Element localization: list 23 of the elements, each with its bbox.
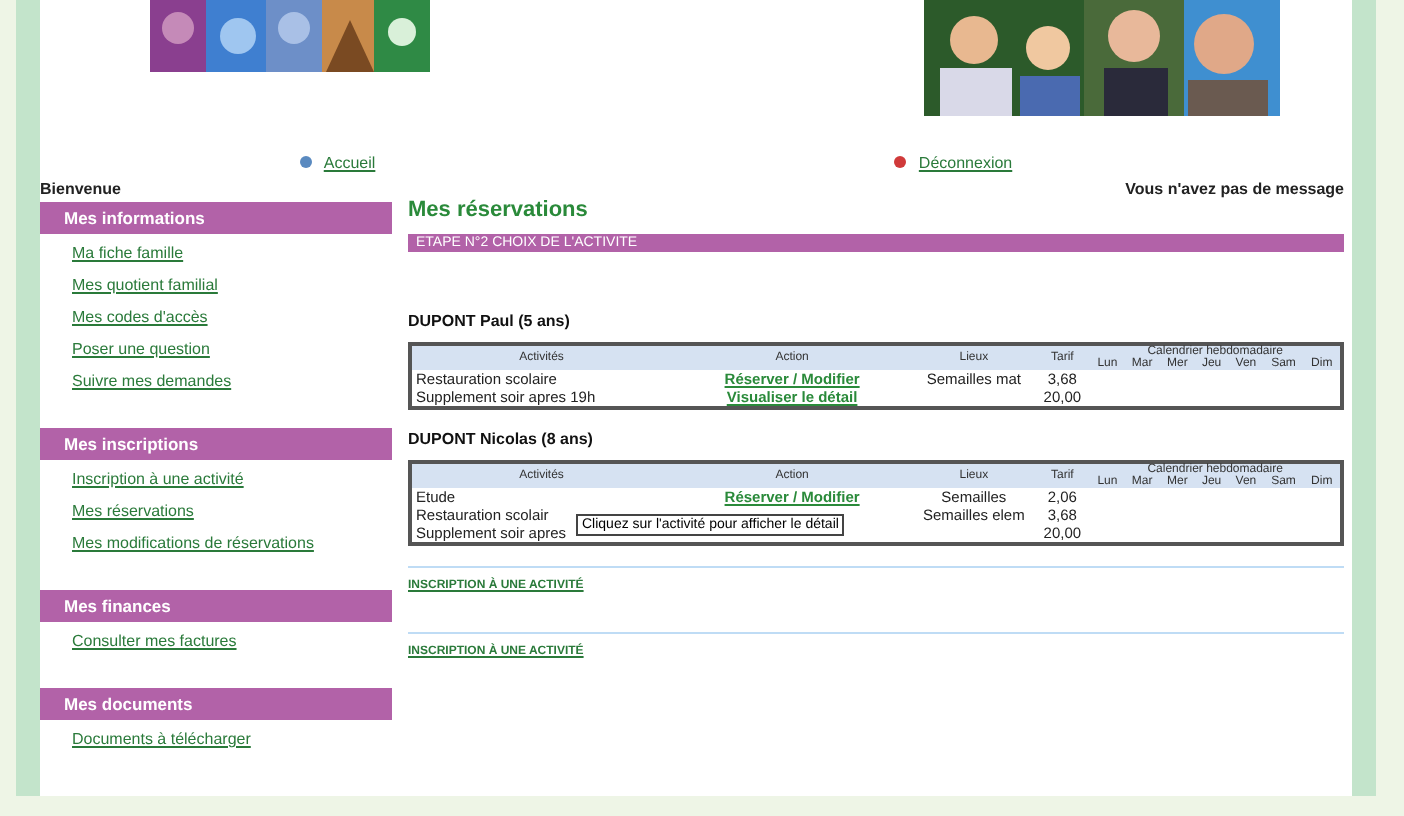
child-name: DUPONT Nicolas (8 ans) [408,430,595,448]
message-text: Vous n'avez pas de message [1125,180,1344,198]
child-name: DUPONT Paul (5 ans) [408,312,572,330]
logout-icon [894,156,907,168]
sidebar-link[interactable]: Poser une question [72,340,210,358]
sidebar-link[interactable]: Suivre mes demandes [72,372,232,390]
bullet-icon [299,156,312,168]
sidebar-link[interactable]: Mes quotient familial [72,276,218,294]
section-header: Mes documents [40,688,392,720]
sidebar-link[interactable]: Consulter mes factures [72,632,237,650]
sidebar-link[interactable]: Mes codes d'accès [72,308,208,326]
welcome-text: Bienvenue [40,180,121,198]
sidebar-link[interactable]: Ma fiche famille [72,244,184,262]
section-header: Mes informations [40,202,392,234]
home-link[interactable]: Accueil [299,144,376,180]
sidebar-link[interactable]: Mes réservations [72,502,194,520]
sidebar-link[interactable]: Inscription à une activité [72,470,244,488]
logout-link[interactable]: Déconnexion [894,144,1013,180]
section-header: Mes inscriptions [40,428,392,460]
section-header: Mes finances [40,590,392,622]
sidebar-link[interactable]: Mes modifications de réservations [72,534,314,552]
sidebar-link[interactable]: Documents à télécharger [72,730,251,748]
page-title: Mes réservations [408,198,590,222]
